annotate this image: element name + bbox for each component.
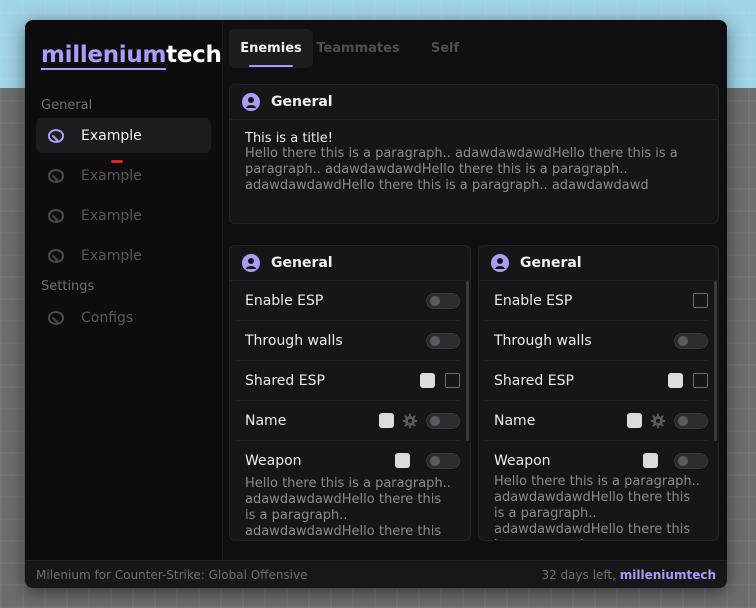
paragraph: Hello there this is a paragraph.. adawda…: [245, 146, 678, 193]
gear-icon[interactable]: [650, 413, 666, 429]
name-toggle[interactable]: [674, 412, 708, 429]
tab-enemies[interactable]: Enemies: [229, 29, 313, 68]
footer-game-label: Milenium for Counter-Strike: Global Offe…: [36, 567, 308, 582]
panel-header: General: [230, 246, 470, 281]
paragraph: Hello there this is a paragraph.. adawda…: [494, 474, 700, 540]
shared-esp-checkbox[interactable]: [445, 373, 460, 388]
link-icon: [47, 248, 65, 263]
footer-days-left: 32 days left,: [541, 567, 616, 582]
row-label: Weapon: [494, 452, 551, 469]
row-label: Enable ESP: [494, 292, 573, 309]
row-name: Name: [236, 401, 460, 441]
row-weapon: Weapon: [485, 441, 708, 480]
brand-logo-rest: tech: [166, 42, 222, 68]
panel-header: General: [230, 85, 718, 120]
user-icon: [491, 254, 509, 272]
tab-self[interactable]: Self: [403, 29, 487, 68]
row-label: Shared ESP: [494, 372, 574, 389]
enable-esp-checkbox[interactable]: [693, 293, 708, 308]
section-label-general: General: [41, 98, 93, 113]
tab-teammates[interactable]: Teammates: [316, 29, 400, 68]
status-bar: Milenium for Counter-Strike: Global Offe…: [25, 560, 727, 588]
sidebar-item-configs[interactable]: Configs: [36, 300, 211, 335]
through-walls-toggle[interactable]: [426, 332, 460, 349]
row-enable-esp: Enable ESP: [236, 281, 460, 321]
tab-bar: Enemies Teammates Self: [229, 29, 490, 69]
row-weapon: Weapon: [236, 441, 460, 480]
row-label: Name: [245, 412, 287, 429]
row-label: Enable ESP: [245, 292, 324, 309]
brand-logo: milleniumtech: [41, 42, 222, 70]
through-walls-toggle[interactable]: [674, 332, 708, 349]
name-toggle[interactable]: [426, 412, 460, 429]
link-icon: [47, 208, 65, 223]
panel-general-right: General Enable ESP Through walls Shared …: [478, 245, 719, 541]
row-name: Name: [485, 401, 708, 441]
sidebar-item-label: Example: [81, 127, 142, 144]
app-window: milleniumtech General Example Example Ex…: [25, 20, 727, 588]
sidebar-item-label: Configs: [81, 309, 134, 326]
panel-title: General: [271, 255, 333, 271]
content-title: This is a title!: [245, 131, 333, 146]
weapon-color-swatch[interactable]: [395, 453, 410, 468]
user-icon: [242, 93, 260, 111]
row-label: Through walls: [245, 332, 343, 349]
weapon-toggle[interactable]: [426, 452, 460, 469]
scrollbar[interactable]: [714, 281, 717, 441]
row-label: Shared ESP: [245, 372, 325, 389]
sidebar: milleniumtech General Example Example Ex…: [25, 20, 223, 561]
panel-title: General: [271, 94, 333, 110]
sidebar-item-label: Example: [81, 167, 142, 184]
sidebar-item-example-4[interactable]: Example: [36, 238, 211, 273]
weapon-color-swatch[interactable]: [643, 453, 658, 468]
row-through-walls: Through walls: [485, 321, 708, 361]
weapon-toggle[interactable]: [674, 452, 708, 469]
sidebar-item-label: Example: [81, 207, 142, 224]
shared-esp-color-swatch[interactable]: [420, 373, 435, 388]
row-label: Name: [494, 412, 536, 429]
sidebar-item-label: Example: [81, 247, 142, 264]
paragraph: Hello there this is a paragraph.. adawda…: [245, 476, 451, 539]
sidebar-item-example-3[interactable]: Example: [36, 198, 211, 233]
footer-brand: milleniumtech: [619, 567, 716, 582]
name-color-swatch[interactable]: [627, 413, 642, 428]
panel-general-top: General This is a title! Hello there thi…: [229, 84, 719, 224]
user-icon: [242, 254, 260, 272]
row-label: Weapon: [245, 452, 302, 469]
row-through-walls: Through walls: [236, 321, 460, 361]
row-shared-esp: Shared ESP: [485, 361, 708, 401]
name-color-swatch[interactable]: [379, 413, 394, 428]
row-shared-esp: Shared ESP: [236, 361, 460, 401]
gear-icon[interactable]: [402, 413, 418, 429]
row-label: Through walls: [494, 332, 592, 349]
sidebar-item-example-1[interactable]: Example: [36, 118, 211, 153]
brand-logo-accent: millenium: [41, 42, 167, 70]
panel-general-left: General Enable ESP Through walls Shared …: [229, 245, 471, 541]
row-enable-esp: Enable ESP: [485, 281, 708, 321]
shared-esp-color-swatch[interactable]: [668, 373, 683, 388]
enable-esp-toggle[interactable]: [426, 292, 460, 309]
sidebar-item-example-2[interactable]: Example: [36, 158, 211, 193]
link-icon: [47, 310, 65, 325]
footer-subscription: 32 days left, milleniumtech: [541, 568, 716, 582]
panel-header: General: [479, 246, 718, 281]
link-icon: [47, 168, 65, 183]
section-label-settings: Settings: [41, 279, 95, 294]
scrollbar[interactable]: [466, 281, 469, 441]
link-icon: [47, 128, 65, 143]
panel-title: General: [520, 255, 582, 271]
shared-esp-checkbox[interactable]: [693, 373, 708, 388]
